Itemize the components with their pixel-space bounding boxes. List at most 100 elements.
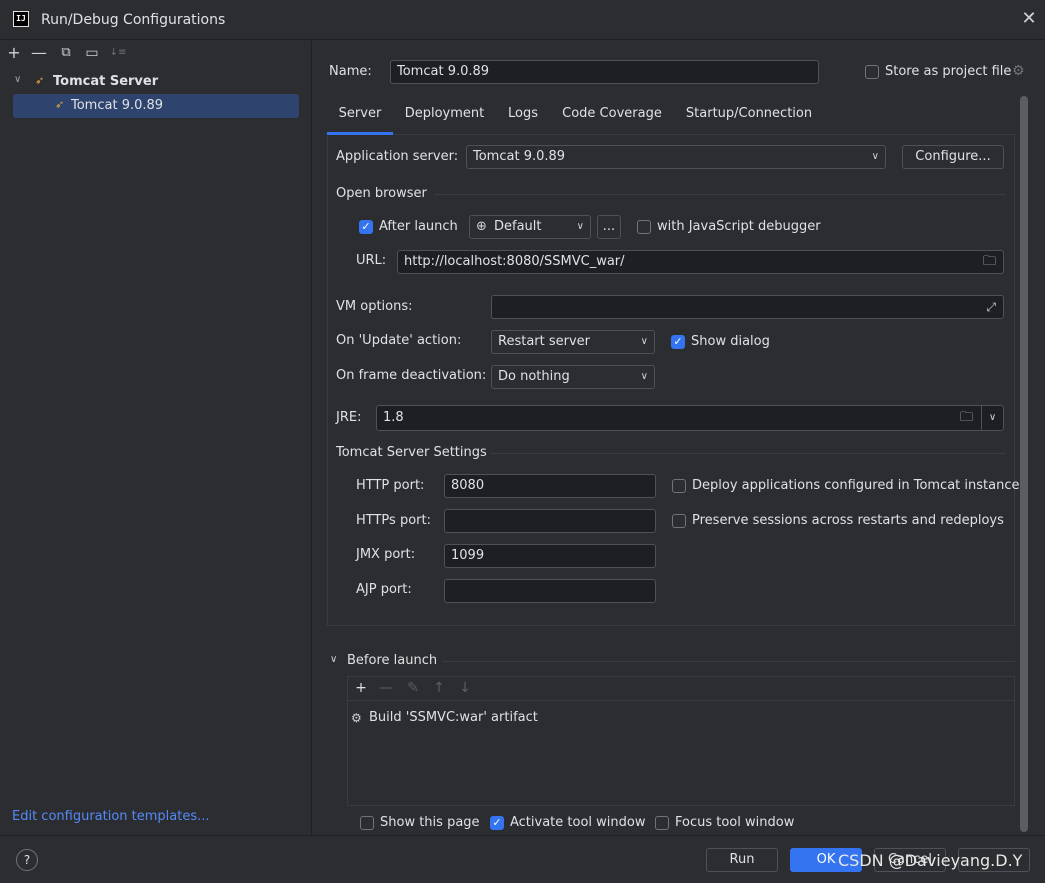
configurations-sidebar bbox=[0, 41, 312, 835]
focus-tool-window-checkbox[interactable] bbox=[655, 816, 669, 830]
on-frame-value: Do nothing bbox=[498, 369, 570, 384]
activate-tool-window-label: Activate tool window bbox=[510, 815, 646, 830]
edit-icon[interactable]: ✎ bbox=[405, 680, 421, 696]
folder-icon[interactable]: 🗀 bbox=[960, 406, 973, 430]
store-project-checkbox[interactable] bbox=[865, 65, 879, 79]
remove-icon[interactable]: — bbox=[378, 680, 394, 696]
intellij-logo-icon: IJ bbox=[13, 11, 29, 27]
tree-item-tomcat-9089[interactable]: Tomcat 9.0.89 bbox=[71, 98, 163, 113]
js-debugger-checkbox[interactable] bbox=[637, 220, 651, 234]
close-icon[interactable]: ✕ bbox=[1021, 10, 1037, 28]
chevron-down-icon[interactable]: ∨ bbox=[14, 74, 21, 85]
on-frame-label: On frame deactivation: bbox=[336, 368, 487, 383]
chevron-down-icon: ∨ bbox=[576, 221, 584, 232]
before-launch-toggle[interactable]: Before launch bbox=[347, 653, 437, 668]
vm-options-label: VM options: bbox=[336, 299, 413, 314]
open-browser-label: Open browser bbox=[336, 186, 427, 201]
https-port-label: HTTPs port: bbox=[356, 513, 431, 528]
sort-icon[interactable]: ↓≡ bbox=[109, 44, 127, 62]
expand-icon[interactable]: ⤢ bbox=[986, 296, 996, 318]
deploy-apps-checkbox[interactable] bbox=[672, 479, 686, 493]
tomcat-icon: ➶ bbox=[35, 74, 45, 87]
chevron-down-icon: ∨ bbox=[871, 151, 879, 162]
before-launch-item[interactable]: Build 'SSMVC:war' artifact bbox=[369, 710, 538, 725]
copy-icon[interactable]: ⧉ bbox=[57, 44, 75, 62]
tab-divider bbox=[327, 134, 1015, 135]
tomcat-icon: ➶ bbox=[55, 98, 65, 111]
chevron-down-icon[interactable]: ∨ bbox=[981, 406, 1003, 430]
tab-code-coverage[interactable]: Code Coverage bbox=[556, 104, 668, 132]
separator bbox=[442, 661, 1015, 662]
jmx-port-input[interactable]: 1099 bbox=[444, 544, 656, 568]
add-icon[interactable]: + bbox=[5, 44, 23, 62]
show-dialog-label: Show dialog bbox=[691, 334, 770, 349]
on-update-select[interactable]: Restart server ∨ bbox=[491, 330, 655, 354]
jre-label: JRE: bbox=[336, 410, 362, 425]
tab-deployment[interactable]: Deployment bbox=[397, 104, 492, 132]
window-title: Run/Debug Configurations bbox=[41, 12, 226, 28]
arrow-up-icon[interactable]: ↑ bbox=[431, 680, 447, 696]
artifact-build-icon: ⚙ bbox=[351, 711, 362, 725]
after-launch-label: After launch bbox=[379, 219, 458, 234]
chevron-down-icon: ∨ bbox=[640, 336, 648, 347]
preserve-sessions-label: Preserve sessions across restarts and re… bbox=[692, 513, 1004, 528]
http-port-input[interactable]: 8080 bbox=[444, 474, 656, 498]
preserve-sessions-checkbox[interactable] bbox=[672, 514, 686, 528]
ajp-port-label: AJP port: bbox=[356, 582, 412, 597]
deploy-apps-label: Deploy applications configured in Tomcat… bbox=[692, 478, 1020, 493]
activate-tool-window-checkbox[interactable]: ✓ bbox=[490, 816, 504, 830]
app-server-select[interactable]: Tomcat 9.0.89 ∨ bbox=[466, 145, 886, 169]
globe-icon: ⊕ bbox=[476, 219, 487, 234]
remove-icon[interactable]: — bbox=[30, 44, 48, 62]
edit-templates-link[interactable]: Edit configuration templates... bbox=[12, 809, 210, 824]
tab-logs[interactable]: Logs bbox=[498, 104, 548, 132]
jre-input[interactable]: 1.8 🗀 ∨ bbox=[376, 405, 1004, 431]
jre-value: 1.8 bbox=[383, 410, 404, 425]
watermark: CSDN @Davieyang.D.Y bbox=[838, 851, 1023, 870]
arrow-down-icon[interactable]: ↓ bbox=[457, 680, 473, 696]
on-update-label: On 'Update' action: bbox=[336, 333, 462, 348]
jmx-port-label: JMX port: bbox=[356, 547, 416, 562]
folder-icon[interactable]: 🗀 bbox=[983, 251, 996, 273]
app-server-label: Application server: bbox=[336, 149, 459, 164]
tab-server[interactable]: Server bbox=[327, 104, 393, 132]
after-launch-checkbox[interactable]: ✓ bbox=[359, 220, 373, 234]
url-value: http://localhost:8080/SSMVC_war/ bbox=[404, 254, 625, 269]
separator bbox=[490, 453, 1006, 454]
show-page-checkbox[interactable] bbox=[360, 816, 374, 830]
separator bbox=[434, 194, 1006, 195]
chevron-down-icon[interactable]: ∨ bbox=[330, 654, 337, 665]
tomcat-settings-label: Tomcat Server Settings bbox=[336, 445, 487, 460]
add-icon[interactable]: + bbox=[353, 680, 369, 696]
show-dialog-checkbox[interactable]: ✓ bbox=[671, 335, 685, 349]
focus-tool-window-label: Focus tool window bbox=[675, 815, 795, 830]
store-project-label: Store as project file bbox=[885, 64, 1012, 79]
gear-icon[interactable]: ⚙ bbox=[1012, 63, 1025, 79]
before-launch-toolbar bbox=[348, 677, 1014, 701]
scrollbar[interactable] bbox=[1020, 96, 1028, 832]
name-input[interactable]: Tomcat 9.0.89 bbox=[390, 60, 819, 84]
browser-more-button[interactable]: ... bbox=[597, 215, 621, 239]
url-input[interactable]: http://localhost:8080/SSMVC_war/ 🗀 bbox=[397, 250, 1004, 274]
configure-button[interactable]: Configure... bbox=[902, 145, 1004, 169]
help-icon[interactable]: ? bbox=[16, 849, 38, 871]
on-frame-select[interactable]: Do nothing ∨ bbox=[491, 365, 655, 389]
browser-value: Default bbox=[494, 219, 542, 234]
tab-active-indicator bbox=[327, 132, 393, 135]
ajp-port-input[interactable] bbox=[444, 579, 656, 603]
tab-startup-connection[interactable]: Startup/Connection bbox=[680, 104, 818, 132]
http-port-label: HTTP port: bbox=[356, 478, 425, 493]
chevron-down-icon: ∨ bbox=[640, 371, 648, 382]
tree-item-tomcat-server[interactable]: Tomcat Server bbox=[53, 74, 158, 89]
js-debugger-label: with JavaScript debugger bbox=[657, 219, 821, 234]
name-label: Name: bbox=[329, 64, 372, 79]
show-page-label: Show this page bbox=[380, 815, 480, 830]
url-label: URL: bbox=[356, 253, 387, 268]
vm-options-input[interactable]: ⤢ bbox=[491, 295, 1004, 319]
app-server-value: Tomcat 9.0.89 bbox=[473, 149, 566, 164]
https-port-input[interactable] bbox=[444, 509, 656, 533]
on-update-value: Restart server bbox=[498, 334, 591, 349]
run-button[interactable]: Run bbox=[706, 848, 778, 872]
browser-select[interactable]: ⊕ Default ∨ bbox=[469, 215, 591, 239]
new-folder-icon[interactable]: ▭ bbox=[83, 44, 101, 62]
